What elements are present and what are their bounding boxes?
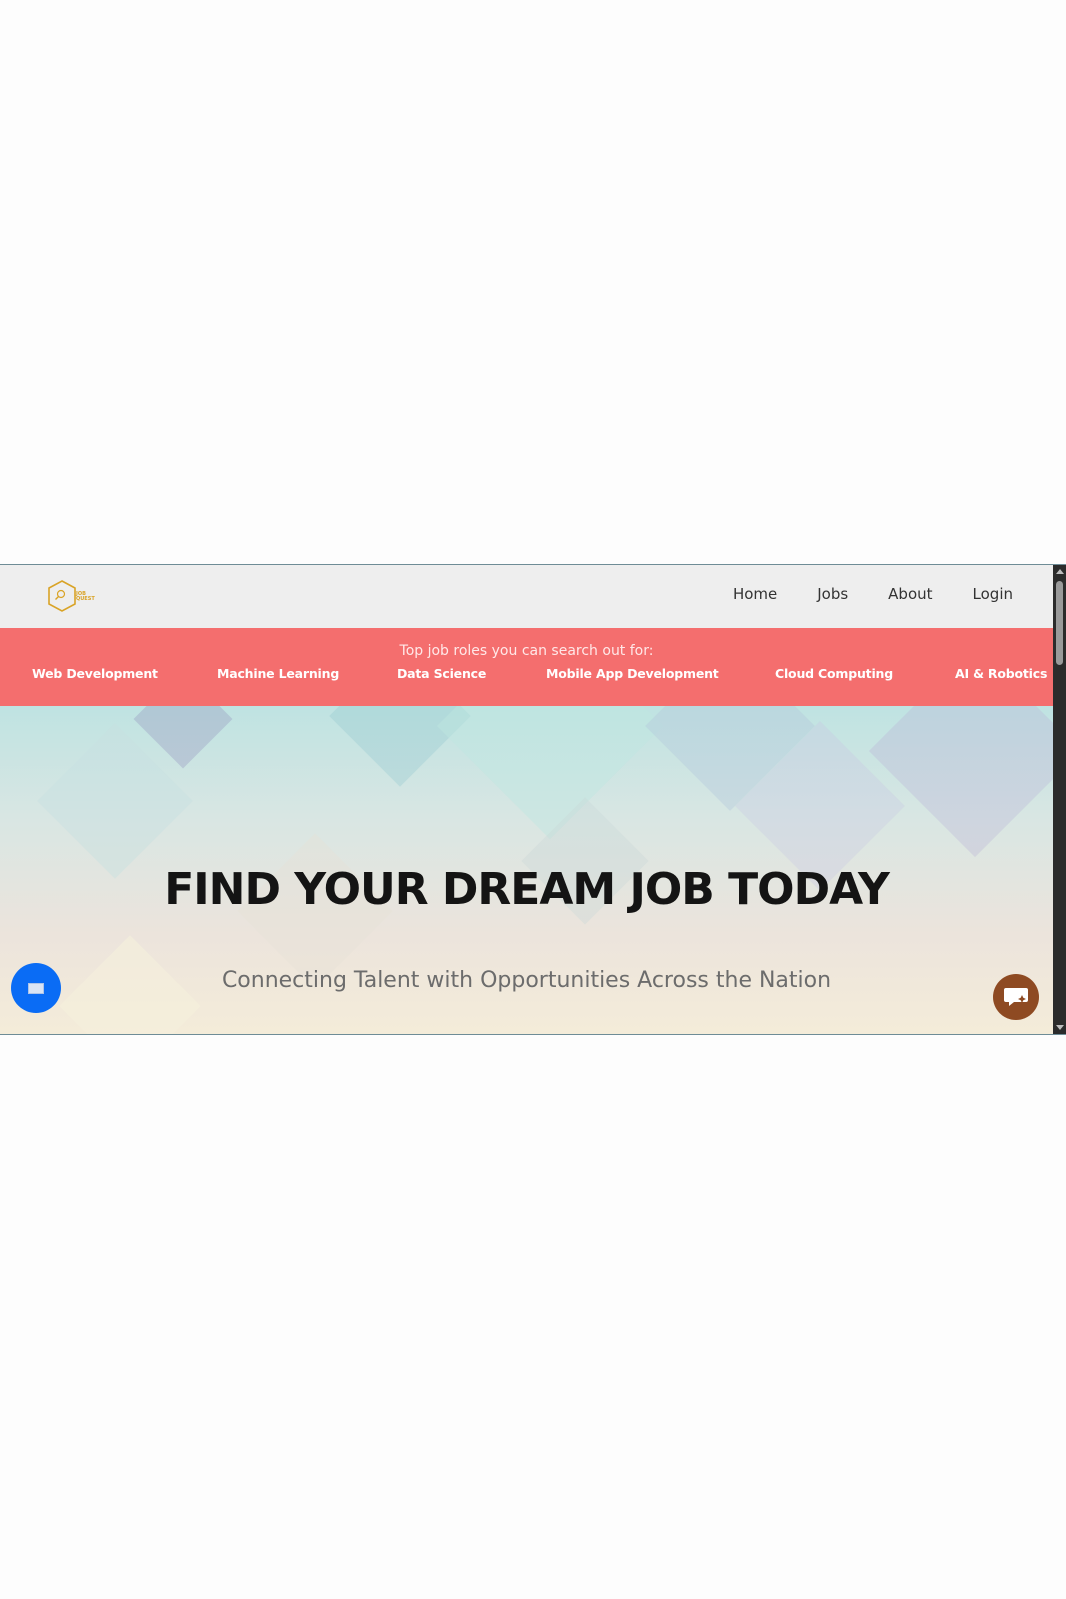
scroll-down-arrow-icon[interactable]	[1056, 1025, 1064, 1030]
role-machine-learning[interactable]: Machine Learning	[217, 666, 339, 681]
message-button[interactable]	[11, 963, 61, 1013]
nav-link-jobs[interactable]: Jobs	[817, 585, 848, 603]
vertical-scrollbar[interactable]	[1053, 565, 1066, 1034]
nav-link-about[interactable]: About	[888, 585, 932, 603]
roles-banner-title: Top job roles you can search out for:	[399, 643, 654, 659]
chatbot-button[interactable]	[993, 974, 1039, 1020]
scrollbar-thumb[interactable]	[1056, 581, 1063, 665]
nav-link-login[interactable]: Login	[973, 585, 1013, 603]
hero-bg-shape	[868, 706, 1053, 858]
browser-viewport: JOB QUEST Home Jobs About Login Top job …	[0, 564, 1066, 1035]
role-mobile-app-development[interactable]: Mobile App Development	[546, 666, 719, 681]
role-cloud-computing[interactable]: Cloud Computing	[775, 666, 893, 681]
hero-bg-shape	[436, 706, 664, 840]
role-ai-robotics[interactable]: AI & Robotics	[955, 666, 1047, 681]
role-web-development[interactable]: Web Development	[32, 666, 158, 681]
logo-text: JOB QUEST	[76, 592, 95, 602]
top-roles-banner: Top job roles you can search out for: We…	[0, 628, 1053, 706]
role-data-science[interactable]: Data Science	[397, 666, 486, 681]
hero-title: FIND YOUR DREAM JOB TODAY	[164, 864, 890, 915]
hero-section: FIND YOUR DREAM JOB TODAY Connecting Tal…	[0, 706, 1053, 1034]
chat-bubble-icon	[1004, 988, 1028, 1006]
hero-subtitle: Connecting Talent with Opportunities Acr…	[221, 968, 832, 993]
nav-links: Home Jobs About Login	[733, 585, 1013, 603]
navbar: JOB QUEST Home Jobs About Login	[0, 565, 1053, 628]
scroll-up-arrow-icon[interactable]	[1056, 569, 1064, 574]
logo[interactable]: JOB QUEST	[46, 579, 100, 615]
envelope-icon	[28, 982, 44, 994]
nav-link-home[interactable]: Home	[733, 585, 777, 603]
logo-text-line2: QUEST	[76, 596, 95, 602]
web-page: JOB QUEST Home Jobs About Login Top job …	[0, 565, 1053, 1034]
